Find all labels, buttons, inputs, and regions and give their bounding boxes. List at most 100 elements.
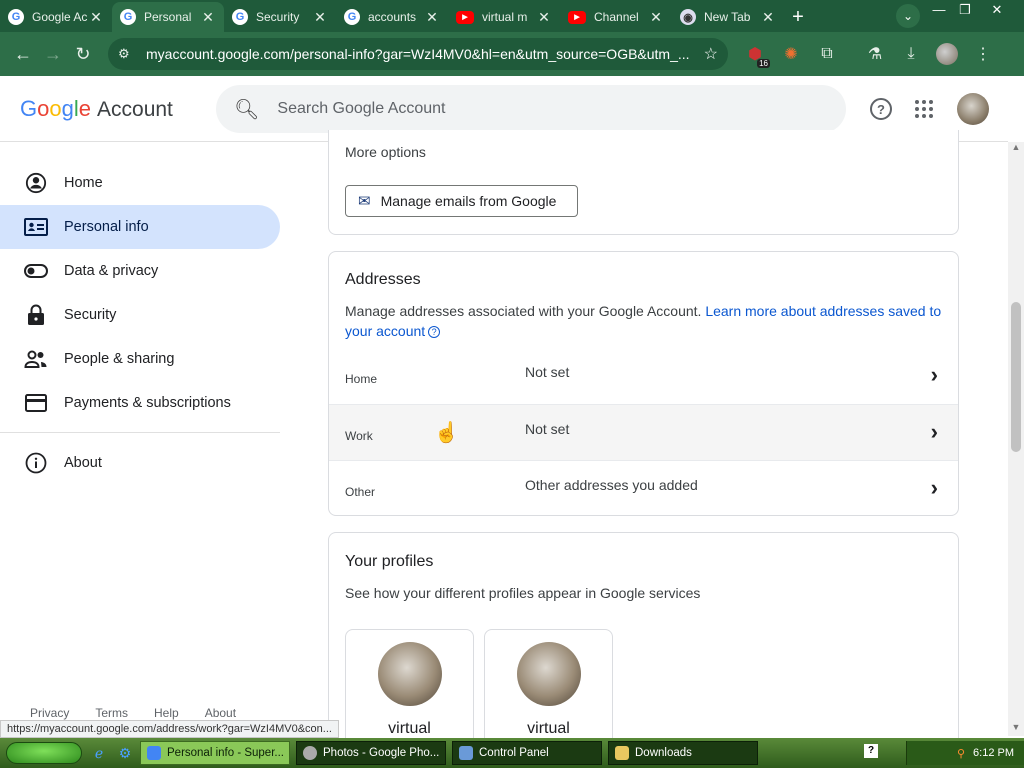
credit-card-icon [24, 391, 48, 415]
download-icon[interactable]: ⤓ [896, 39, 926, 69]
help-tray-icon[interactable]: ? [864, 744, 878, 758]
manage-emails-label: Manage emails from Google [380, 193, 557, 209]
search-box[interactable]: 🔍︎ [216, 85, 846, 133]
taskbar-item-photos[interactable]: Photos - Google Pho... [296, 741, 446, 765]
site-info-icon[interactable]: ⚙ [118, 46, 136, 62]
address-bar[interactable]: ⚙ myaccount.google.com/personal-info?gar… [108, 38, 728, 70]
tab-label: accounts [368, 10, 417, 24]
sidebar-divider [0, 432, 280, 433]
browser-tab-virtual[interactable]: ▶ virtual m ✕ [448, 2, 560, 32]
close-icon[interactable]: ✕ [88, 9, 104, 26]
bookmark-star-icon[interactable]: ☆ [704, 44, 718, 64]
profile-card[interactable]: virtual [484, 629, 613, 742]
taskbar-item-downloads[interactable]: Downloads [608, 741, 758, 765]
profile-avatar [378, 642, 442, 706]
new-tab-button[interactable]: + [784, 2, 812, 32]
profile-name: virtual [527, 720, 570, 737]
google-account-logo[interactable]: Google Account [20, 96, 173, 122]
profile-card[interactable]: virtual [345, 629, 474, 742]
help-icon[interactable]: ? [870, 98, 892, 120]
quick-launch-icon[interactable]: ⚙ [116, 744, 134, 762]
browser-tab-strip: G Google Ac ✕ G Personal ✕ G Security ✕ … [0, 0, 1024, 32]
reload-icon[interactable]: ↻ [68, 39, 98, 69]
footer-link-help[interactable]: Help [154, 706, 179, 720]
status-url: https://myaccount.google.com/address/wor… [0, 720, 339, 738]
browser-tab-channel[interactable]: ▶ Channel ✕ [560, 2, 672, 32]
scroll-thumb[interactable] [1011, 302, 1021, 452]
address-row-home[interactable]: Home Not set › [329, 348, 958, 404]
browser-toolbar: ← → ↻ ⚙ myaccount.google.com/personal-in… [0, 32, 1024, 76]
address-value: Other addresses you added [525, 477, 698, 493]
sidebar-item-label: People & sharing [64, 351, 175, 367]
sidebar-item-label: Payments & subscriptions [64, 395, 231, 411]
taskbar-item-personal-info[interactable]: Personal info - Super... [140, 741, 290, 765]
sidebar-item-data-privacy[interactable]: Data & privacy [0, 249, 280, 293]
restore-icon[interactable]: ❐ [952, 2, 978, 18]
labs-flask-icon[interactable]: ⚗ [860, 39, 890, 69]
addresses-title: Addresses [345, 271, 421, 288]
tab-label: Google Ac [32, 10, 88, 24]
extension-icon[interactable]: ✺ [776, 39, 806, 69]
extensions-puzzle-icon[interactable]: ⧉ [812, 39, 842, 69]
close-icon[interactable]: ✕ [760, 9, 776, 26]
email-options-card: More options ✉ Manage emails from Google [328, 130, 959, 235]
sidebar-item-personal-info[interactable]: Personal info [0, 205, 280, 249]
profiles-description: See how your different profiles appear i… [345, 585, 701, 601]
back-icon[interactable]: ← [8, 39, 38, 69]
account-circle-icon [24, 171, 48, 195]
sidebar-item-home[interactable]: Home [0, 161, 280, 205]
start-button[interactable] [6, 742, 82, 764]
account-avatar[interactable] [957, 93, 989, 125]
browser-tab-google-account[interactable]: G Google Ac ✕ [0, 2, 112, 32]
footer-link-privacy[interactable]: Privacy [30, 706, 69, 720]
hand-cursor-icon: ☝ [434, 422, 459, 444]
search-icon[interactable]: 🔍︎ [234, 97, 259, 122]
scroll-down-icon[interactable]: ▼ [1008, 722, 1024, 736]
profile-avatar[interactable] [932, 39, 962, 69]
browser-tab-accounts[interactable]: G accounts ✕ [336, 2, 448, 32]
chrome-icon [147, 746, 161, 760]
footer-link-about[interactable]: About [205, 706, 236, 720]
lock-icon [24, 303, 48, 327]
manage-emails-button[interactable]: ✉ Manage emails from Google [345, 185, 578, 217]
close-icon[interactable]: ✕ [536, 9, 552, 26]
sidebar-item-label: Home [64, 175, 103, 191]
browser-tab-personal-info[interactable]: G Personal ✕ [112, 2, 224, 32]
tray-search-icon[interactable]: ⚲ [957, 747, 965, 760]
address-row-work[interactable]: Work Not set › [329, 404, 958, 460]
close-icon[interactable]: ✕ [200, 9, 216, 26]
apps-grid-icon[interactable] [915, 100, 933, 118]
close-icon[interactable]: ✕ [648, 9, 664, 26]
sidebar-item-payments[interactable]: Payments & subscriptions [0, 381, 280, 425]
account-label: Account [97, 97, 173, 121]
menu-dots-icon[interactable]: ⋮ [968, 39, 998, 69]
sidebar-item-about[interactable]: About [0, 441, 280, 485]
close-icon[interactable]: ✕ [424, 9, 440, 26]
window-close-icon[interactable]: ✕ [984, 2, 1010, 18]
taskbar-item-control-panel[interactable]: Control Panel [452, 741, 602, 765]
url-text: myaccount.google.com/personal-info?gar=W… [146, 46, 690, 62]
os-taskbar: ℯ ⚙ Personal info - Super... Photos - Go… [0, 738, 1024, 768]
tab-search-icon[interactable]: ⌄ [896, 4, 920, 28]
addresses-description-text: Manage addresses associated with your Go… [345, 303, 702, 319]
footer-link-terms[interactable]: Terms [95, 706, 128, 720]
taskbar-item-label: Control Panel [479, 747, 549, 759]
scroll-up-icon[interactable]: ▲ [1008, 142, 1024, 156]
browser-tab-security[interactable]: G Security ✕ [224, 2, 336, 32]
page-scrollbar[interactable]: ▲ ▼ [1008, 142, 1024, 736]
forward-icon[interactable]: → [38, 39, 68, 69]
search-input[interactable] [277, 100, 798, 118]
close-icon[interactable]: ✕ [312, 9, 328, 26]
chrome-icon [303, 746, 317, 760]
sidebar-item-security[interactable]: Security [0, 293, 280, 337]
system-tray: ⚲ 6:12 PM [906, 741, 1024, 765]
address-row-other[interactable]: Other Other addresses you added › [329, 460, 958, 515]
internet-explorer-icon[interactable]: ℯ [90, 744, 108, 762]
extension-badge-icon[interactable]: ⬢ 16 [740, 39, 770, 69]
id-card-icon [24, 215, 48, 239]
address-label: Other [345, 485, 376, 499]
mail-icon: ✉ [358, 193, 371, 210]
browser-tab-new-tab[interactable]: ◉ New Tab ✕ [672, 2, 784, 32]
sidebar-item-people-sharing[interactable]: People & sharing [0, 337, 280, 381]
minimize-icon[interactable]: — [926, 2, 952, 17]
